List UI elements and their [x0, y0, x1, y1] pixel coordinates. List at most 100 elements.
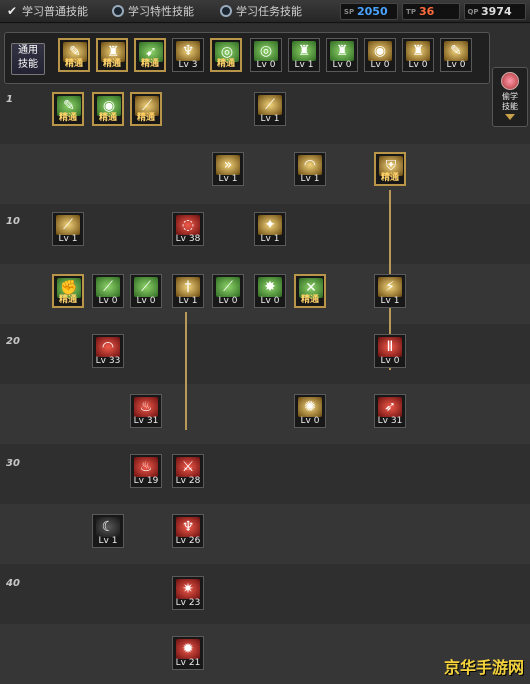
skill-slot[interactable]: ◉ Lv 0 [364, 38, 396, 72]
row-band [0, 504, 530, 564]
skill-slot[interactable]: ◌ Lv 38 [172, 212, 204, 246]
swords-icon: ⚔ [176, 457, 200, 477]
skill-slot[interactable]: ➹ 精通 [134, 38, 166, 72]
slash-icon: ⟋ [258, 95, 282, 115]
skill-level-label: Lv 0 [260, 296, 280, 306]
tab-label: 学习普通技能 [22, 5, 88, 18]
skill-slot[interactable]: ♆ Lv 26 [172, 514, 204, 548]
skill-level-label: Lv 0 [408, 60, 428, 70]
skill-slot[interactable]: ✊ 精通 [52, 274, 84, 308]
check-icon: ✔ [6, 4, 18, 18]
skill-slot[interactable]: ⚡ Lv 1 [374, 274, 406, 308]
skill-tree-panel: 通用 技能 偷学 技能 1 10 20 30 40 ✎ 精通 ♜ 精通 ➹ 精通 ♆ Lv 3… [0, 24, 530, 684]
sp-counter: SP 2050 [340, 3, 398, 20]
skill-level-label: Lv 1 [58, 234, 78, 244]
skill-slot[interactable]: ✎ Lv 0 [440, 38, 472, 72]
swirl-icon: ◌ [176, 215, 200, 235]
skill-slot[interactable]: ☾ Lv 1 [92, 514, 124, 548]
skill-slot[interactable]: ♨ Lv 31 [130, 394, 162, 428]
tab-label: 学习特性技能 [128, 5, 194, 18]
level-label: 10 [6, 216, 20, 227]
tab-quest-skills[interactable]: 学习任务技能 [220, 2, 302, 20]
phoenix-icon: ♆ [176, 517, 200, 537]
sparkle-icon: ✦ [258, 215, 282, 235]
skill-slot[interactable]: ⟋ 精通 [130, 92, 162, 126]
radio-icon [220, 5, 232, 17]
sword-icon: † [176, 277, 200, 297]
scroll-icon: ✎ [444, 41, 468, 61]
skill-slot[interactable]: ✸ Lv 0 [254, 274, 286, 308]
skill-slot[interactable]: ➶ Lv 31 [374, 394, 406, 428]
skill-slot[interactable]: Ⅱ Lv 0 [374, 334, 406, 368]
swoosh-icon: ◠ [298, 155, 322, 175]
skill-slot[interactable]: ⟋ Lv 0 [92, 274, 124, 308]
connector-line [185, 312, 187, 430]
skill-level-label: Lv 1 [98, 536, 118, 546]
orb-icon [501, 72, 519, 90]
skill-slot[interactable]: ✎ 精通 [58, 38, 90, 72]
top-bar: ✔ 学习普通技能 学习特性技能 学习任务技能 SP 2050 TP 36 QP … [0, 0, 530, 23]
skill-slot[interactable]: ✷ Lv 23 [172, 576, 204, 610]
chevron-down-icon [505, 114, 515, 120]
watermark: 京华手游网 [443, 658, 524, 677]
skill-level-label: Lv 0 [300, 416, 320, 426]
row-band [0, 324, 530, 384]
skill-slot[interactable]: † Lv 1 [172, 274, 204, 308]
skill-slot[interactable]: ✕ 精通 [294, 274, 326, 308]
skill-slot[interactable]: ✎ 精通 [52, 92, 84, 126]
skill-level-label: 精通 [136, 113, 155, 123]
skill-slot[interactable]: ✹ Lv 21 [172, 636, 204, 670]
skill-slot[interactable]: ⟋ Lv 1 [52, 212, 84, 246]
radio-icon [112, 5, 124, 17]
tab-normal-skills[interactable]: ✔ 学习普通技能 [6, 2, 88, 20]
skill-slot[interactable]: ⟋ Lv 0 [212, 274, 244, 308]
skill-slot[interactable]: ♨ Lv 19 [130, 454, 162, 488]
skill-slot[interactable]: » Lv 1 [212, 152, 244, 186]
slash-icon: ⟋ [56, 215, 80, 235]
skill-level-label: Lv 19 [133, 476, 159, 486]
skill-slot[interactable]: ⛨ 精通 [374, 152, 406, 186]
tab-trait-skills[interactable]: 学习特性技能 [112, 2, 194, 20]
skill-level-label: Lv 1 [380, 296, 400, 306]
skill-slot[interactable]: ✦ Lv 1 [254, 212, 286, 246]
level-label: 40 [6, 578, 20, 589]
skill-slot[interactable]: ♜ Lv 1 [288, 38, 320, 72]
target-icon: ◎ [254, 41, 278, 61]
tp-tag: TP [406, 7, 416, 16]
row-band [0, 384, 530, 444]
skill-slot[interactable]: ◎ Lv 0 [250, 38, 282, 72]
figure-icon: ♜ [292, 41, 316, 61]
row-band [0, 144, 530, 204]
flame-icon: ♨ [134, 397, 158, 417]
skill-slot[interactable]: ◠ Lv 1 [294, 152, 326, 186]
skill-level-label: Lv 1 [218, 174, 238, 184]
skill-level-label: 精通 [58, 295, 77, 305]
skill-slot[interactable]: ⚔ Lv 28 [172, 454, 204, 488]
skill-slot[interactable]: ♜ 精通 [96, 38, 128, 72]
strike-icon: ⚡ [378, 277, 402, 297]
skill-slot[interactable]: ♜ Lv 0 [402, 38, 434, 72]
skill-slot[interactable]: ⟋ Lv 0 [130, 274, 162, 308]
skill-level-label: 精通 [102, 59, 121, 69]
skill-level-label: Lv 33 [95, 356, 121, 366]
tp-counter: TP 36 [402, 3, 460, 20]
tp-value: 36 [419, 5, 435, 18]
blast-icon: ✹ [176, 639, 200, 659]
skill-slot[interactable]: ⟋ Lv 1 [254, 92, 286, 126]
skill-level-label: 精通 [140, 59, 159, 69]
skill-slot[interactable]: ◎ 精通 [210, 38, 242, 72]
skill-level-label: Lv 31 [133, 416, 159, 426]
skill-slot[interactable]: ✺ Lv 0 [294, 394, 326, 428]
skill-slot[interactable]: ◠ Lv 33 [92, 334, 124, 368]
skill-level-label: Lv 0 [98, 296, 118, 306]
arrows-icon: » [216, 155, 240, 175]
skill-slot[interactable]: ♜ Lv 0 [326, 38, 358, 72]
steal-skills-button[interactable]: 偷学 技能 [492, 67, 528, 127]
common-label-line: 技能 [18, 59, 38, 70]
blade-icon: ⟋ [134, 277, 158, 297]
skill-slot[interactable]: ◉ 精通 [92, 92, 124, 126]
skill-slot[interactable]: ♆ Lv 3 [172, 38, 204, 72]
side-label: 技能 [502, 102, 518, 111]
skill-level-label: Lv 1 [300, 174, 320, 184]
sp-tag: SP [343, 7, 355, 16]
